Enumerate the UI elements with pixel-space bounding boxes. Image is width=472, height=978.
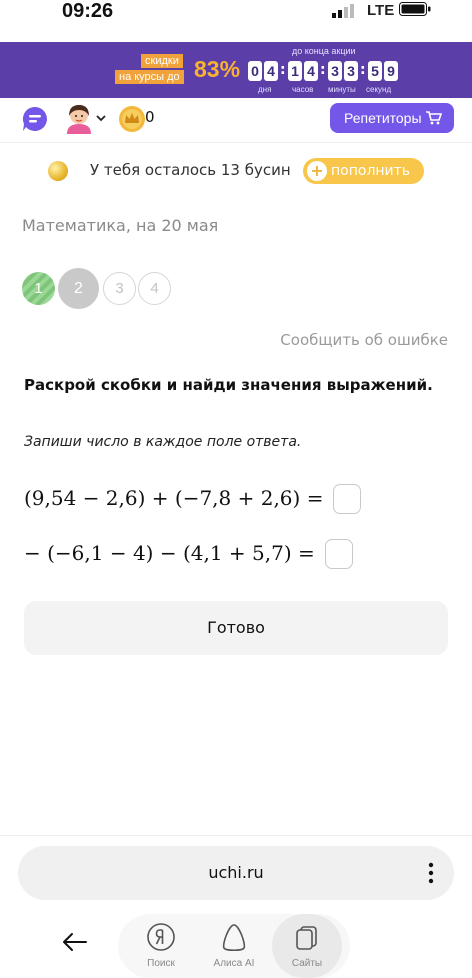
step-3[interactable]: 3: [103, 272, 136, 305]
timer-digit: 0: [248, 61, 262, 81]
nav-search-label: Поиск: [147, 958, 175, 969]
tutors-button-label: Репетиторы: [344, 110, 422, 126]
more-vertical-icon[interactable]: [428, 862, 434, 884]
plus-icon: +: [307, 161, 327, 181]
step-4[interactable]: 4: [138, 272, 171, 305]
address-bar[interactable]: uchi.ru: [18, 846, 454, 900]
signal-icon: [332, 4, 354, 18]
bead-icon: [48, 161, 68, 181]
chevron-down-icon[interactable]: [96, 114, 106, 122]
alice-icon: [222, 924, 246, 952]
network-type: LTE: [367, 2, 395, 19]
nav-alice[interactable]: Алиса AI: [199, 914, 269, 978]
promo-banner[interactable]: скидки на курсы до 83% до конца акции 0 …: [0, 42, 472, 98]
timer-digit: 5: [368, 61, 382, 81]
clock: 09:26: [62, 0, 114, 22]
tutors-button[interactable]: Репетиторы: [330, 103, 454, 133]
avatar[interactable]: [64, 102, 94, 134]
refill-button[interactable]: + пополнить: [303, 158, 424, 184]
answer-field-2[interactable]: [325, 539, 353, 569]
yandex-icon: [147, 923, 175, 951]
browser-navbar: Поиск Алиса AI Сайты: [0, 908, 472, 978]
step-2[interactable]: 2: [58, 268, 99, 309]
done-button[interactable]: Готово: [24, 601, 448, 655]
timer-unit-hours: часов: [292, 85, 314, 94]
answer-field-1[interactable]: [333, 484, 361, 514]
promo-until-label: до конца акции: [292, 46, 356, 56]
back-arrow-icon[interactable]: [62, 932, 88, 952]
chat-icon[interactable]: [22, 106, 48, 132]
step-1[interactable]: 1: [22, 272, 55, 305]
timer-unit-days: дня: [258, 85, 272, 94]
tabs-icon: [296, 926, 317, 950]
timer-colon: :: [320, 62, 326, 78]
promo-tag-line1: скидки: [141, 54, 183, 68]
timer-digit: 3: [328, 61, 342, 81]
nav-alice-label: Алиса AI: [213, 958, 255, 969]
timer-digit: 3: [344, 61, 358, 81]
task-title: Раскрой скобки и найди значения выражени…: [24, 376, 433, 394]
nav-sites[interactable]: Сайты: [272, 914, 342, 978]
expression-2: − (−6,1 − 4) − (4,1 + 5,7) =: [24, 541, 315, 565]
timer-colon: :: [360, 62, 366, 78]
nav-pill: Поиск Алиса AI Сайты: [118, 914, 350, 978]
timer-unit-minutes: минуты: [328, 85, 356, 94]
divider: [0, 835, 472, 836]
nav-sites-label: Сайты: [291, 958, 323, 969]
timer-digit: 1: [288, 61, 302, 81]
promo-tag-line2: на курсы до: [115, 70, 184, 84]
url-text: uchi.ru: [208, 863, 264, 882]
timer-digit: 4: [304, 61, 318, 81]
task-hint: Запиши число в каждое поле ответа.: [24, 434, 302, 450]
nav-search[interactable]: Поиск: [126, 914, 196, 978]
promo-percent: 83%: [194, 56, 241, 82]
timer-colon: :: [280, 62, 286, 78]
lesson-subject: Математика, на 20 мая: [22, 216, 219, 235]
expression-1: (9,54 − 2,6) + (−7,8 + 2,6) =: [24, 486, 324, 510]
report-error-link[interactable]: Сообщить об ошибке: [280, 331, 448, 349]
timer-digit: 4: [264, 61, 278, 81]
timer-digit: 9: [384, 61, 398, 81]
battery-icon: [399, 2, 431, 16]
beads-text: У тебя осталось 13 бусин: [90, 161, 291, 179]
app-toolbar: 0 Репетиторы: [0, 98, 472, 143]
beads-balance: У тебя осталось 13 бусин + пополнить: [0, 148, 472, 192]
timer-unit-seconds: секунд: [366, 85, 392, 94]
coin-count: 0: [145, 108, 155, 126]
status-bar: 09:26 LTE: [0, 0, 472, 40]
cart-icon: [426, 111, 442, 125]
crown-coin-icon: [119, 106, 145, 132]
refill-button-label: пополнить: [331, 163, 411, 179]
